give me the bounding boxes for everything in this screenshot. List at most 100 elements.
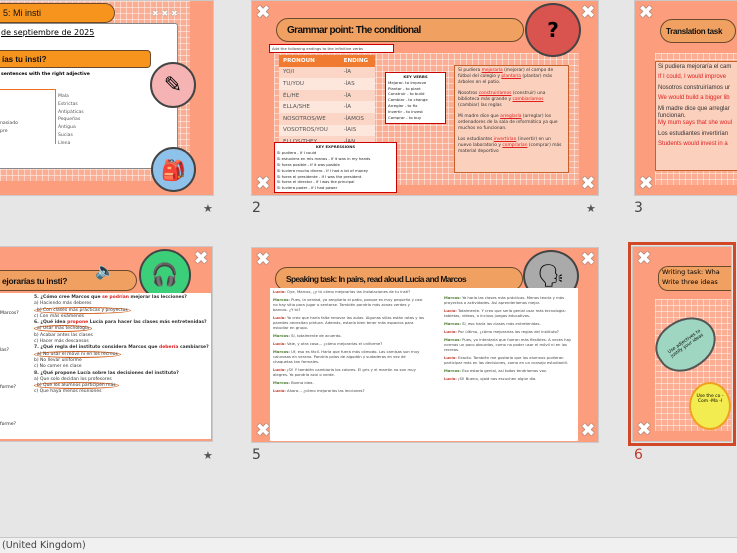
dialogue-text: Eso estaría genial, así todos tendríamos… bbox=[462, 368, 548, 373]
verb-item: Comprar - to buy bbox=[388, 114, 422, 120]
slide-thumbnail-5[interactable]: ✖ ✖ ✖ ✖ 🗣 Speaking task: In pairs, read … bbox=[251, 247, 599, 443]
slide-number-selected: 6 bbox=[634, 447, 643, 463]
slide-number: 5 bbox=[252, 447, 261, 463]
spanish-line: Si pudiera mejoraría el cam bbox=[658, 64, 732, 70]
dialogue-text: Oye, Marcos, ¿y tú cómo mejorarías las i… bbox=[286, 289, 411, 294]
slide-title: ejorarías tu insti? bbox=[0, 270, 137, 291]
dialogue-line: Marcos: Yo haría las clases más práctica… bbox=[444, 295, 576, 305]
dialogue-line: Lucía: Ahora… ¿cómo mejorarías las lecci… bbox=[273, 388, 425, 393]
spanish-line: Nosotros construiríamos ur bbox=[658, 84, 731, 91]
table-cell: -ÍAIS bbox=[343, 127, 357, 134]
close-icon: ✖ bbox=[255, 420, 271, 441]
dialogue-line: Lucía: Vale, y otra cosa… ¿cómo mejorarí… bbox=[273, 341, 425, 346]
close-icon: ✖ bbox=[636, 419, 652, 440]
status-bar: (United Kingdom) bbox=[0, 537, 737, 553]
dialogue-text: Yo creo que haría falta renovar las aula… bbox=[273, 315, 425, 330]
dialogue-line: Lucía: ¡Sí! Y también cambiaría los colo… bbox=[273, 367, 425, 377]
dialogue-line: Lucía: Por último, ¿cómo mejorarías las … bbox=[444, 329, 576, 334]
table-cell: ELLA/SHE bbox=[283, 104, 310, 111]
slide-thumbnail-3[interactable]: ✖ ✖ Translation task Si pudiera mejorarí… bbox=[634, 0, 737, 196]
slide-thumbnail-1[interactable]: 5: Mi insti de septiembre de 2025 ías tu… bbox=[0, 0, 214, 196]
spanish-line: funcionan. bbox=[658, 113, 686, 120]
adjective: Mala bbox=[58, 94, 69, 99]
dialogue-line: Marcos: Sí, totalmente de acuerdo. bbox=[273, 333, 425, 338]
speaker-name: Marcos: bbox=[444, 321, 461, 326]
dialogue-text: Buena idea. bbox=[291, 380, 314, 385]
dialogue-text: ¡Sí! Y también cambiaría los colores. El… bbox=[273, 367, 416, 377]
table-header: PRONOUN bbox=[283, 57, 315, 64]
dialogue-text: Yo haría las clases más prácticas. Menos… bbox=[444, 295, 565, 305]
close-icon: ✖ bbox=[255, 2, 271, 23]
close-icons: ✖ ✖ ✖ bbox=[152, 9, 178, 18]
speaker-icon[interactable]: 🔈 bbox=[95, 261, 115, 280]
dialogue-left-column: Lucía: Oye, Marcos, ¿y tú cómo mejoraría… bbox=[273, 289, 425, 396]
adjective: Estrictas bbox=[58, 101, 78, 107]
slide-thumbnail-2[interactable]: ✖ ✖ ✖ ✖ Grammar point: The conditional ?… bbox=[251, 0, 599, 196]
speaker-name: Lucía: bbox=[273, 341, 286, 346]
question-item: 5. ¿Cómo cree Marcos que se podrían mejo… bbox=[34, 295, 209, 320]
close-icon: ✖ bbox=[638, 173, 654, 194]
pencil-icon: ✎ bbox=[150, 62, 196, 108]
table-cell: -ÍA bbox=[343, 92, 352, 99]
question-item: 7. ¿Qué regla del instituto considera Ma… bbox=[34, 345, 209, 370]
dialogue-line: Lucía: Exacto. También me gustaría que l… bbox=[444, 355, 576, 365]
table-header: ENDING bbox=[343, 57, 369, 64]
title-line: Writing task: Wha bbox=[662, 268, 720, 276]
instruction-text: sentences with the right adjective bbox=[1, 72, 90, 77]
dialogue-text: ¡Sí! Bueno, ojalá nos escuchen algún día… bbox=[457, 376, 537, 381]
expression-item: Si tuviera poder - If I had power bbox=[277, 185, 338, 191]
dialogue-text: Vale, y otra cosa… ¿cómo mejorarías el u… bbox=[286, 341, 383, 346]
table-cell: -ÍA bbox=[343, 104, 352, 111]
dialogue-line: Lucía: Totalmente. Y creo que sería geni… bbox=[444, 308, 576, 318]
dialogue-line: Lucía: Yo creo que haría falta renovar l… bbox=[273, 315, 425, 330]
adjective-list: Mala Estrictas Antipáticas Pequeñas Anti… bbox=[58, 93, 84, 148]
speaker-name: Marcos: bbox=[273, 380, 290, 385]
table-cell: YO/I bbox=[283, 69, 295, 76]
slide-title: 5: Mi insti bbox=[0, 3, 115, 23]
instruction-text: Add the following endings to the infinit… bbox=[269, 44, 394, 53]
english-line: My mum says that she woul bbox=[658, 120, 733, 127]
table-cell: ÉL/HE bbox=[283, 92, 300, 99]
slide-thumbnail-6[interactable]: ✖ ✖ Writing task: Wha Write three ideas U… bbox=[628, 242, 736, 446]
exercise-box: Si pudiera mejoraría (mejorar) el campo … bbox=[454, 65, 569, 173]
answer-text: mejoraría bbox=[481, 68, 503, 73]
dialogue-line: Marcos: Sí, eso haría las clases más ent… bbox=[444, 321, 576, 326]
slide-title: Writing task: Wha Write three ideas bbox=[658, 266, 731, 291]
adjective: Sucias bbox=[58, 132, 73, 138]
star-icon[interactable]: ★ bbox=[203, 202, 213, 215]
adjective: Llena bbox=[58, 140, 71, 146]
spanish-line: Mi madre dice que arreglar bbox=[658, 105, 730, 112]
answer-text: arreglaría bbox=[500, 114, 522, 119]
dialogue-text: Sí, eso haría las clases más entretenida… bbox=[462, 321, 541, 326]
close-icon: ✖ bbox=[580, 249, 596, 270]
thought-bubble: Use the co -Com -Ma -I bbox=[689, 382, 731, 430]
key-verbs-box: KEY VERBS Mejorar- to improve Plantar - … bbox=[385, 72, 446, 124]
question-item: 8. ¿Qué propone Lucía sobre las decision… bbox=[34, 371, 209, 396]
adjective: Antigua bbox=[58, 125, 76, 131]
slide-number: 3 bbox=[634, 200, 643, 216]
star-icon[interactable]: ★ bbox=[203, 449, 213, 462]
option-circled: b) Con clases más prácticas y proyectos bbox=[34, 306, 131, 314]
english-line: If I could, I would improve bbox=[658, 74, 727, 81]
dialogue-line: Lucía: ¡Sí! Bueno, ojalá nos escuchen al… bbox=[444, 376, 576, 381]
slide-title: Grammar point: The conditional bbox=[276, 18, 524, 42]
slide-thumbnail-4[interactable]: ejorarías tu insti? 🔈 🎧 ✖ Marcos? las? for… bbox=[0, 246, 213, 442]
speaker-name: Marcos: bbox=[273, 333, 290, 338]
language-indicator[interactable]: (United Kingdom) bbox=[2, 540, 86, 551]
star-icon[interactable]: ★ bbox=[586, 202, 596, 215]
close-icon: ✖ bbox=[580, 420, 596, 441]
speaker-name: Lucía: bbox=[273, 289, 286, 294]
answer-text: invertirían bbox=[493, 137, 517, 142]
slide-title: Translation task bbox=[660, 19, 736, 43]
translation-box: Si pudiera mejoraría el cam If I could, … bbox=[655, 61, 737, 171]
question-banner: ías tu insti? bbox=[0, 50, 151, 68]
dialogue-right-column: Marcos: Yo haría las clases más práctica… bbox=[444, 295, 576, 384]
close-icon: ✖ bbox=[580, 173, 596, 194]
matching-lines bbox=[0, 89, 56, 144]
dialogue-text: Totalmente. Y creo que sería genial usar… bbox=[444, 308, 566, 318]
adjective: Pequeñas bbox=[58, 117, 81, 123]
table-cell: -ÍAS bbox=[343, 80, 355, 87]
dialogue-text: Por último, ¿cómo mejorarías las reglas … bbox=[457, 329, 559, 334]
table-cell: NOSOTROS/WE bbox=[283, 115, 326, 122]
backpack-icon: 🎒 bbox=[151, 147, 196, 192]
